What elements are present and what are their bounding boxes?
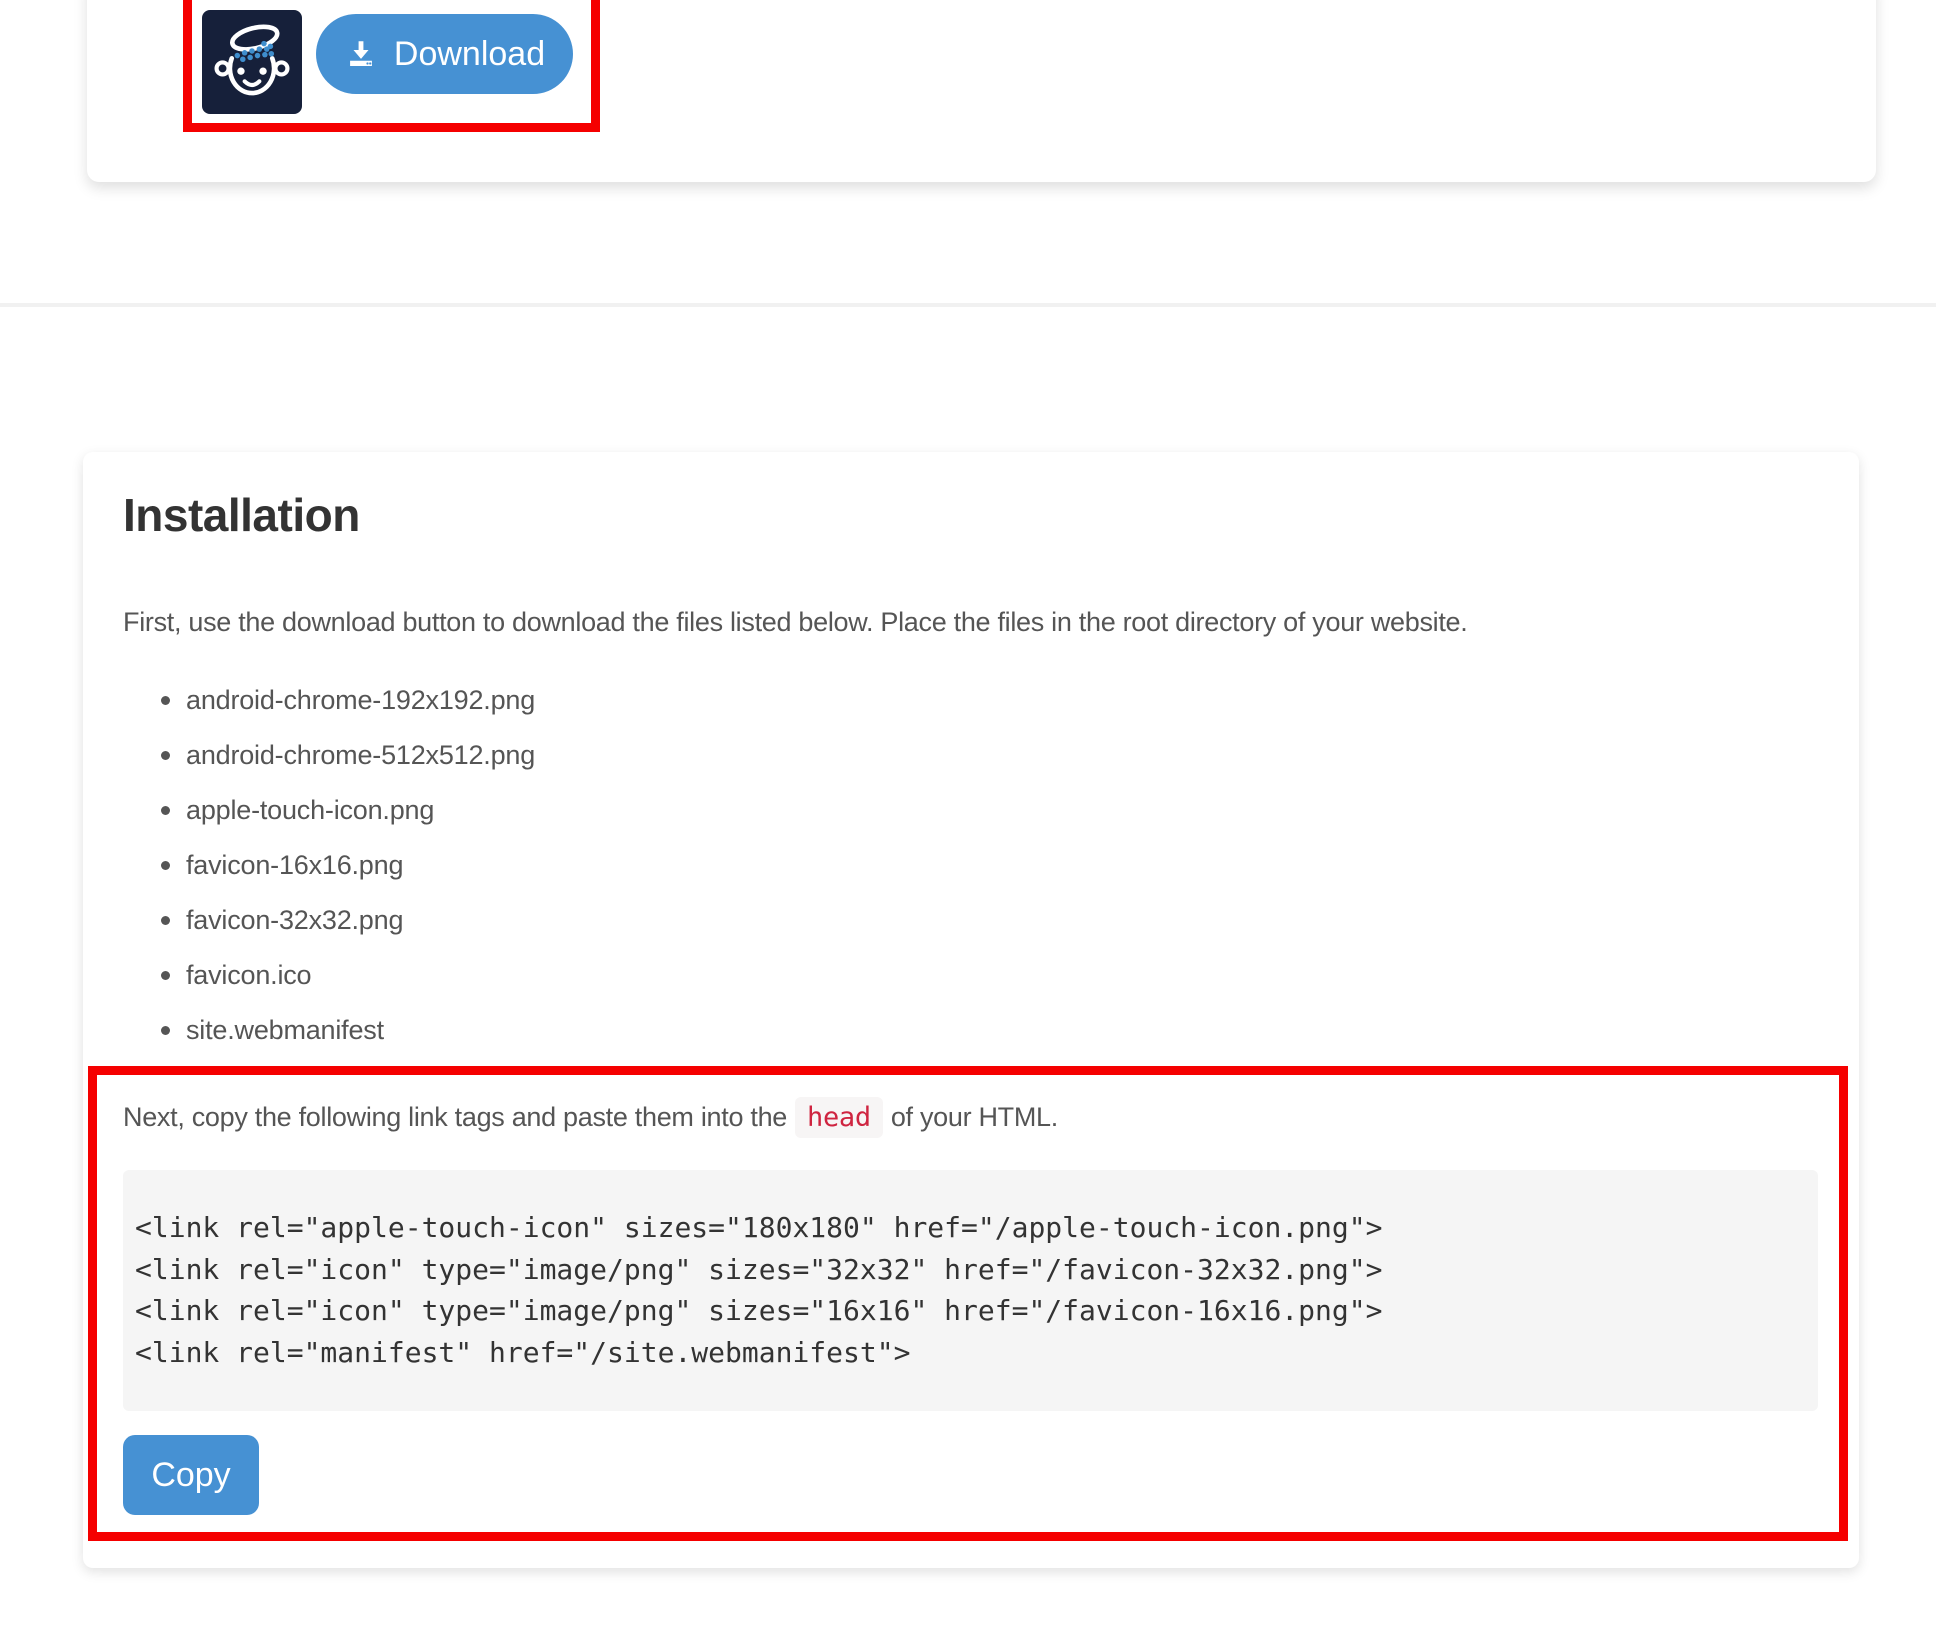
file-list: android-chrome-192x192.png android-chrom… [123, 680, 535, 1065]
copy-button[interactable]: Copy [123, 1435, 259, 1515]
next-step-text: Next, copy the following link tags and p… [123, 1097, 1058, 1138]
list-item: site.webmanifest [123, 1010, 535, 1050]
list-item: android-chrome-192x192.png [123, 680, 535, 720]
download-icon [349, 41, 372, 67]
list-item: apple-touch-icon.png [123, 790, 535, 830]
download-button[interactable]: Download [316, 14, 573, 94]
annotation-box-download: Download [183, 0, 600, 132]
next-step-after: of your HTML. [890, 1102, 1058, 1132]
download-card: Download [87, 0, 1876, 182]
next-step-before: Next, copy the following link tags and p… [123, 1102, 787, 1132]
brain-pot-icon [214, 24, 290, 96]
section-divider [0, 303, 1936, 307]
list-item: favicon.ico [123, 955, 535, 995]
installation-card: Installation First, use the download but… [83, 452, 1859, 1568]
list-item: favicon-16x16.png [123, 845, 535, 885]
code-line: <link rel="icon" type="image/png" sizes=… [135, 1252, 1383, 1286]
code-line: <link rel="icon" type="image/png" sizes=… [135, 1294, 1383, 1327]
code-line: <link rel="manifest" href="/site.webmani… [135, 1335, 911, 1369]
link-tags-code-block[interactable]: <link rel="apple-touch-icon" sizes="180x… [123, 1170, 1818, 1411]
head-inline-code: head [795, 1097, 883, 1138]
favicon-preview [202, 10, 302, 114]
installation-title: Installation [123, 489, 360, 541]
list-item: favicon-32x32.png [123, 900, 535, 940]
annotation-box-copy-section: Next, copy the following link tags and p… [88, 1066, 1848, 1541]
code-line: <link rel="apple-touch-icon" sizes="180x… [135, 1211, 1383, 1244]
list-item: android-chrome-512x512.png [123, 735, 535, 775]
download-button-label: Download [393, 34, 546, 73]
installation-intro: First, use the download button to downlo… [123, 607, 1468, 637]
